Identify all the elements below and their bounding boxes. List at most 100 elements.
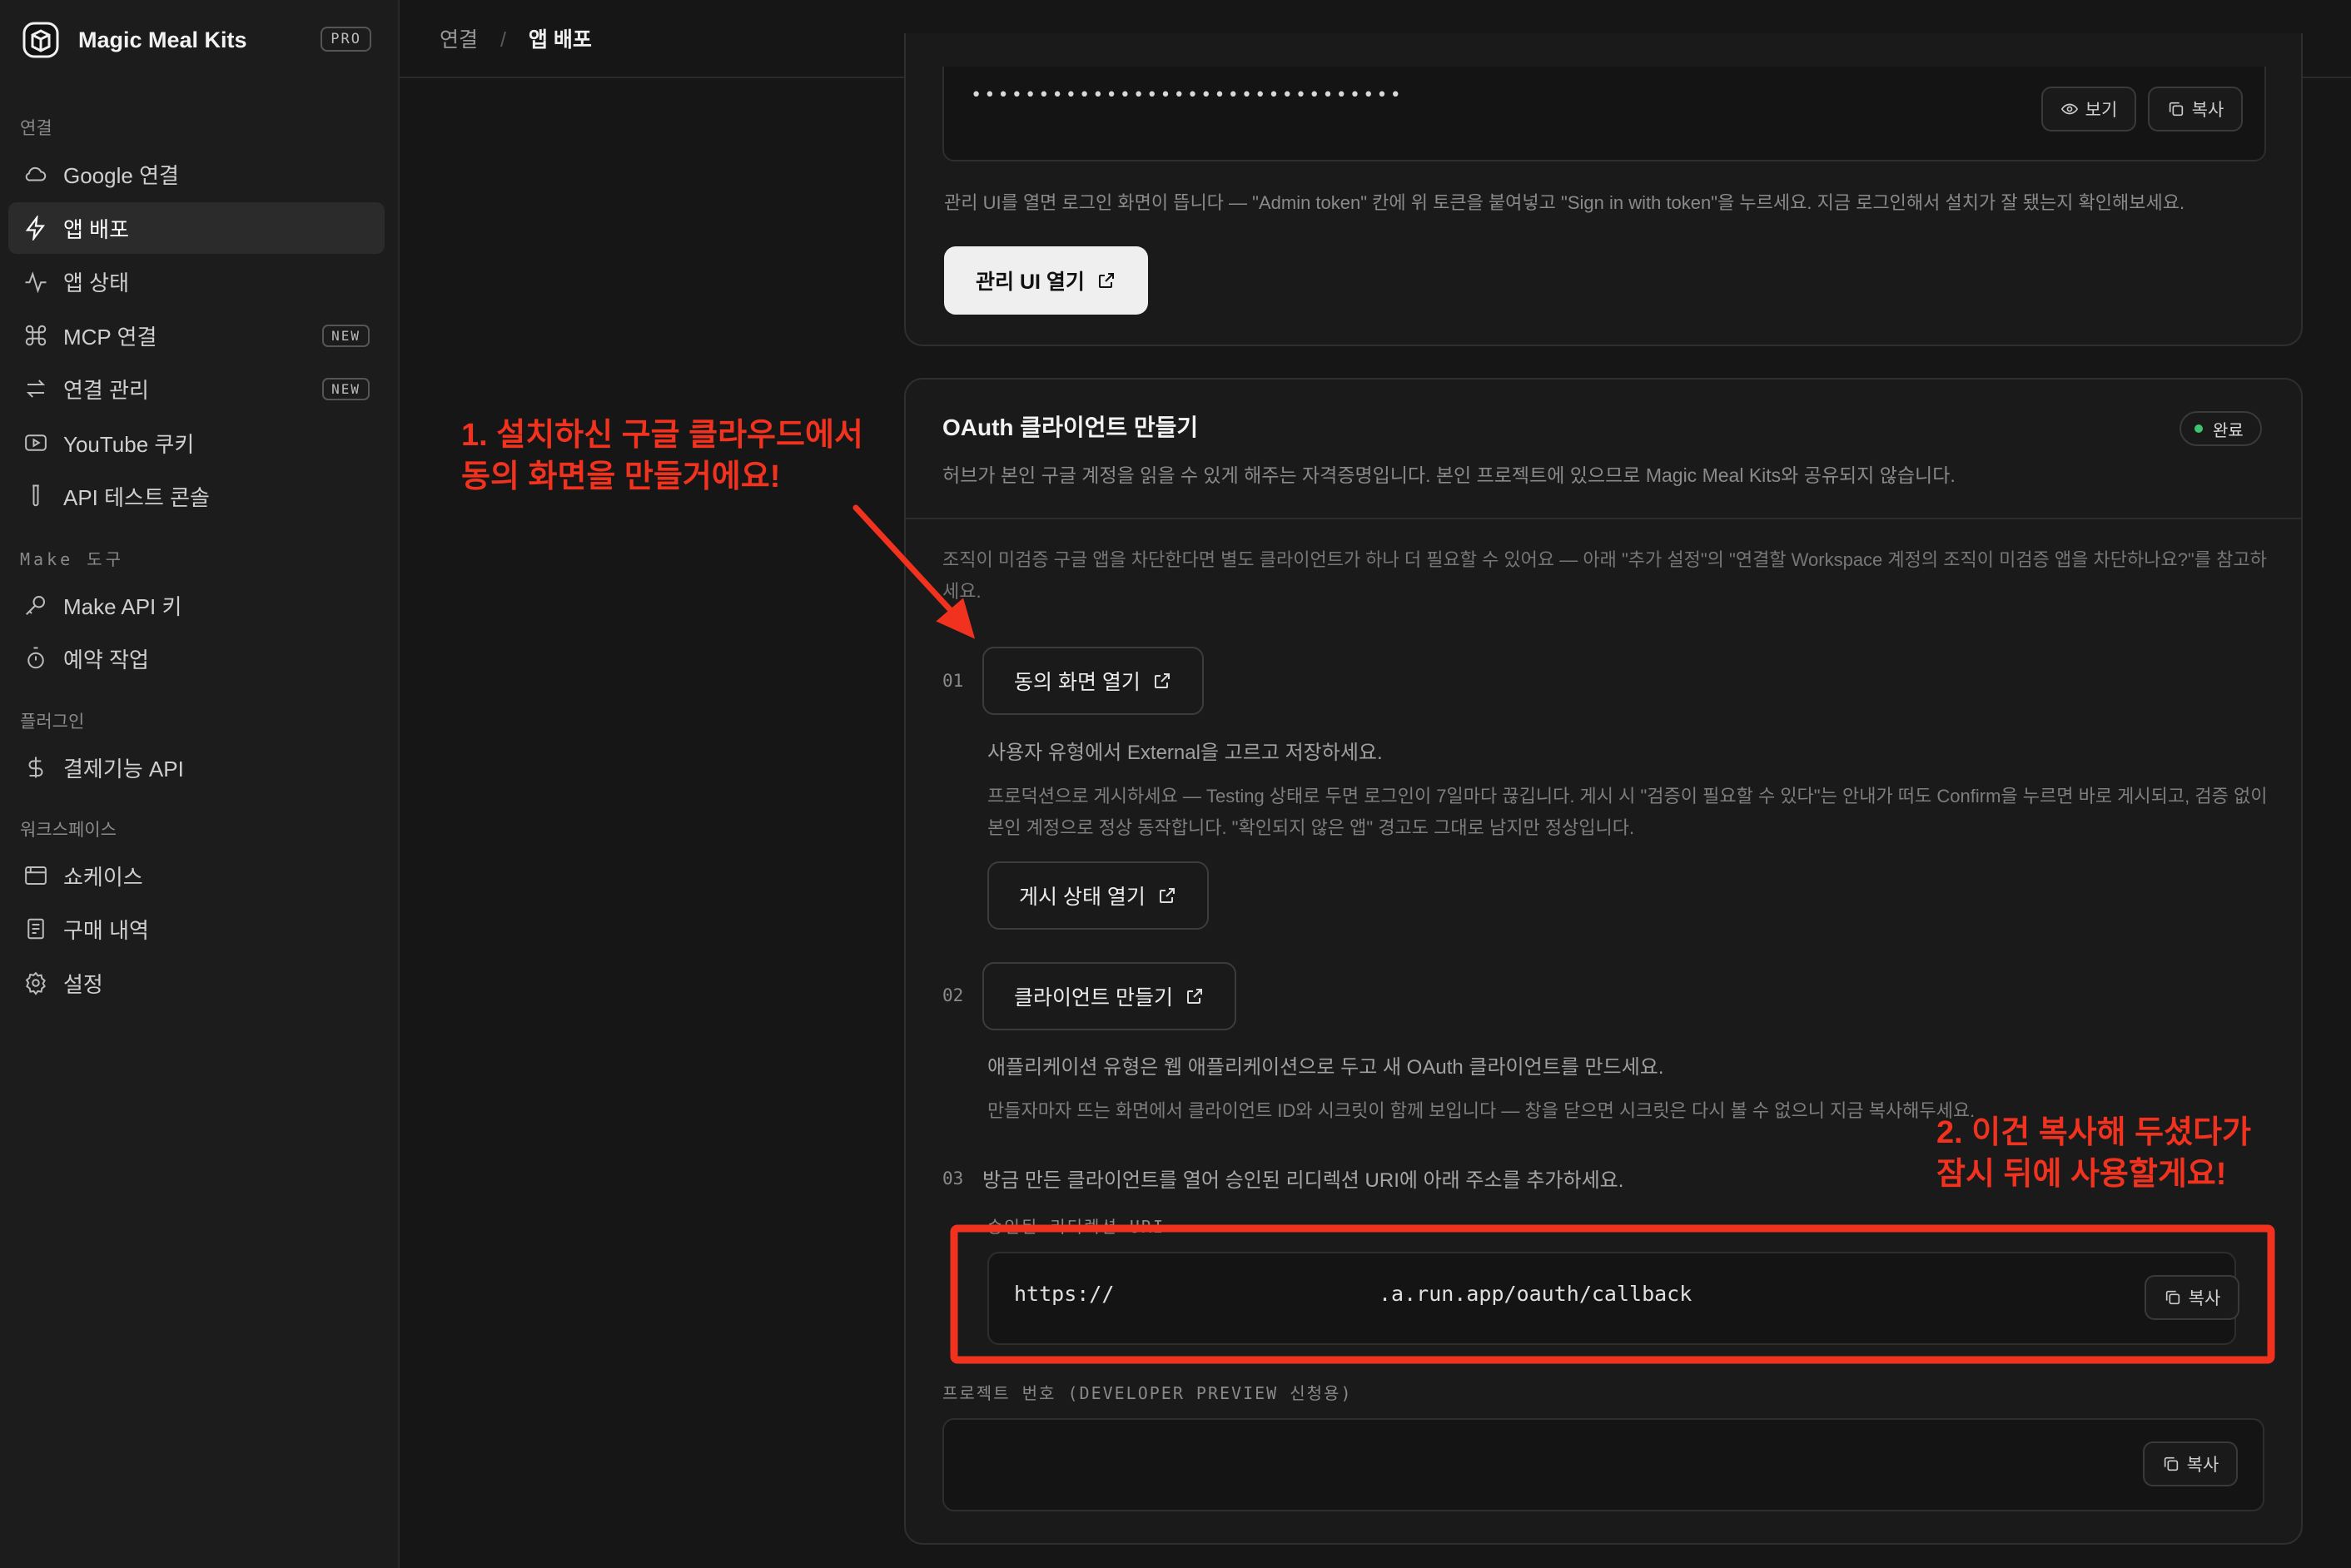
step-number: 01 [942,671,964,691]
annotation-note-2: 2. 이건 복사해 두셨다가 잠시 뒤에 사용할게요! [1936,1112,2251,1195]
annotation-note-2-line-1: 2. 이건 복사해 두셨다가 [1936,1115,2252,1150]
view-token-label: 보기 [2085,101,2118,120]
open-publishing-status-button[interactable]: 게시 상태 열기 [987,861,1209,930]
nav-item-label: 연결 관리 [63,377,149,403]
nav-section-title: 연결 [20,119,52,138]
project-number-label: 프로젝트 번호 (DEVELOPER PREVIEW 신청용) [942,1383,1353,1403]
redirect-uri-prefix: https:// [1014,1282,1115,1306]
eye-icon [2060,103,2078,115]
cloud-icon [22,160,50,188]
annotation-note-2-line-2: 잠시 뒤에 사용할게요! [1936,1157,2227,1192]
step1-note-line-2: 본인 계정으로 정상 동작합니다. "확인되지 않은 앱" 경고도 그대로 남지… [987,817,1635,838]
view-token-button[interactable]: 보기 [2041,87,2136,131]
bolt-icon [22,214,50,242]
org-notice-line-2: 세요. [942,581,982,602]
create-client-button[interactable]: 클라이언트 만들기 [982,962,1236,1030]
project-number-field[interactable]: 복사 [942,1418,2264,1511]
nav-item-make-api-key[interactable]: Make API 키 [8,579,385,631]
nav-item-label: 설정 [63,971,103,997]
step3-instruction: 방금 만든 클라이언트를 열어 승인된 리디렉션 URI에 아래 주소를 추가하… [982,1169,1624,1192]
copy-icon [2169,102,2183,117]
nav-item-settings[interactable]: 설정 [8,957,385,1009]
oauth-client-card: OAuth 클라이언트 만들기 완료 허브가 본인 구글 계정을 읽을 수 있게… [904,378,2303,1545]
app-logo-icon [18,17,63,62]
annotation-note-1: 1. 설치하신 구글 클라우드에서 동의 화면을 만들거에요! [461,414,863,498]
admin-token-field: •••••••••••••••••••••••••••••••• 보기 복사 [942,67,2266,161]
nav-item-purchases[interactable]: 구매 내역 [8,903,385,955]
copy-redirect-uri-label: 복사 [2188,1289,2221,1308]
redirect-uri-label: 승인된 리디렉션 URI [987,1217,1166,1237]
external-link-icon [1186,989,1202,1004]
key-icon [22,591,50,619]
sidebar: Magic Meal Kits PRO 연결 Google 연결 앱 배포 앱 … [0,0,400,1568]
nav-item-label: 앱 상태 [63,270,129,295]
step2-note: 만들자마자 뜨는 화면에서 클라이언트 ID와 시크릿이 함께 보입니다 — 창… [987,1100,1976,1121]
nav-item-payment-api[interactable]: 결제기능 API [8,742,385,793]
card-divider [906,518,2301,519]
org-notice-line-1: 조직이 미검증 구글 앱을 차단한다면 별도 클라이언트가 하나 더 필요할 수… [942,549,2267,570]
open-consent-screen-button[interactable]: 동의 화면 열기 [982,647,1204,715]
create-client-label: 클라이언트 만들기 [1014,986,1173,1010]
new-badge: NEW [322,324,370,347]
dollar-icon [22,753,50,782]
step1-note-line-1: 프로덕션으로 게시하세요 — Testing 상태로 두면 로그인이 7일마다 … [987,786,2268,806]
youtube-icon [22,429,50,457]
nav-item-mcp[interactable]: MCP 연결 NEW [8,310,385,361]
external-link-icon [1154,673,1170,688]
annotation-note-1-line-2: 동의 화면을 만들거에요! [461,459,781,494]
nav-section-title: Make 도구 [20,549,125,569]
admin-help-text: 관리 UI를 열면 로그인 화면이 뜹니다 — "Admin token" 칸에… [944,192,2185,213]
brand[interactable]: Magic Meal Kits PRO [18,17,376,63]
step-number: 02 [942,985,964,1005]
redirect-uri-field[interactable]: https:// .a.run.app/oauth/callback 복사 [987,1252,2239,1345]
external-link-icon [1159,888,1175,903]
open-consent-screen-label: 동의 화면 열기 [1014,671,1141,694]
copy-project-number-button[interactable]: 복사 [2143,1441,2238,1486]
gear-icon [22,969,50,997]
nav-item-showcase[interactable]: 쇼케이스 [8,850,385,901]
copy-redirect-uri-button[interactable]: 복사 [2145,1275,2239,1320]
activity-icon [22,267,50,295]
nav-item-youtube-cookie[interactable]: YouTube 쿠키 [8,417,385,469]
app-name: Magic Meal Kits [78,27,247,52]
status-dot-icon [2194,424,2203,433]
nav-item-label: 앱 배포 [63,216,129,242]
oauth-card-title: OAuth 클라이언트 만들기 [942,414,1199,440]
nav-item-label: MCP 연결 [63,324,157,350]
nav-section-title: 플러그인 [20,712,85,732]
breadcrumb: 연결 / 앱 배포 [440,23,592,53]
nav-item-label: API 테스트 콘솔 [63,484,210,510]
swap-icon [22,375,50,403]
nav-item-app-deploy[interactable]: 앱 배포 [8,202,385,254]
breadcrumb-parent[interactable]: 연결 [440,28,478,52]
step-number: 03 [942,1169,964,1188]
new-badge: NEW [322,377,370,400]
test-tube-icon [22,482,50,510]
nav-item-scheduled-jobs[interactable]: 예약 작업 [8,633,385,684]
copy-project-number-label: 복사 [2186,1456,2219,1475]
nav-item-label: YouTube 쿠키 [63,431,195,457]
nav-item-google[interactable]: Google 연결 [8,148,385,200]
command-icon [22,321,50,350]
open-publishing-status-label: 게시 상태 열기 [1019,886,1146,909]
open-admin-ui-button[interactable]: 관리 UI 열기 [944,246,1148,315]
status-badge: 완료 [2180,411,2262,446]
timer-icon [22,644,50,672]
nav-item-connections[interactable]: 연결 관리 NEW [8,363,385,414]
nav-item-label: 예약 작업 [63,647,149,672]
browser-icon [22,861,50,890]
redirect-uri-suffix: .a.run.app/oauth/callback [1379,1282,1692,1306]
admin-token-value: •••••••••••••••••••••••••••••••• [971,85,1404,106]
copy-token-label: 복사 [2191,101,2224,120]
breadcrumb-separator: / [500,28,506,52]
admin-token-card: •••••••••••••••••••••••••••••••• 보기 복사 관… [904,33,2303,346]
nav-item-label: Make API 키 [63,593,182,619]
open-admin-ui-label: 관리 UI 열기 [976,270,1085,294]
copy-icon [2165,1290,2180,1305]
nav-item-label: 결제기능 API [63,756,184,782]
nav-item-api-console[interactable]: API 테스트 콘솔 [8,470,385,522]
copy-token-button[interactable]: 복사 [2148,87,2243,131]
annotation-note-1-line-1: 1. 설치하신 구글 클라우드에서 [461,418,863,453]
step2-instruction: 애플리케이션 유형은 웹 애플리케이션으로 두고 새 OAuth 클라이언트를 … [987,1056,1664,1079]
nav-item-app-status[interactable]: 앱 상태 [8,256,385,307]
